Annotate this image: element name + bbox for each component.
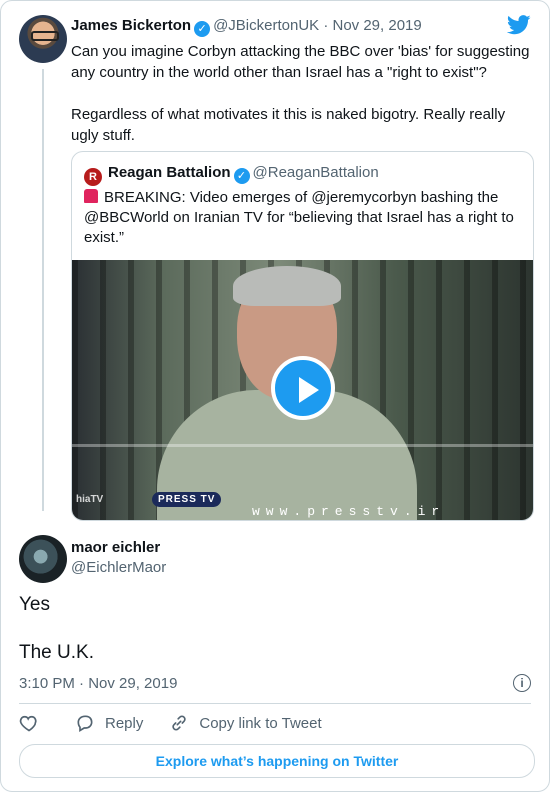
quoted-tweet-header: R Reagan Battalion ✓ @ReaganBattalion bbox=[84, 164, 379, 186]
reply-icon bbox=[77, 715, 93, 732]
quoted-tweet-text-block: BREAKING: Video emerges of @jeremycorbyn… bbox=[84, 188, 522, 248]
reply-button[interactable]: Reply bbox=[75, 713, 143, 733]
copy-link-button[interactable]: Copy link to Tweet bbox=[169, 713, 322, 733]
tweet-actions: Reply Copy link to Tweet bbox=[19, 713, 348, 733]
reply-author-handle[interactable]: @EichlerMaor bbox=[71, 559, 166, 576]
video-thumbnail[interactable]: hiaTV PRESS TV www.presstv.ir bbox=[72, 260, 533, 520]
link-icon bbox=[172, 715, 187, 731]
channel-watermark: hiaTV bbox=[76, 494, 104, 505]
header-separator: · bbox=[319, 17, 333, 34]
embedded-tweet-card: James Bickerton ✓ @JBickertonUK · Nov 29, … bbox=[0, 0, 550, 792]
explore-twitter-button[interactable]: Explore what’s happening on Twitter bbox=[19, 744, 535, 778]
video-progress-line bbox=[72, 444, 533, 447]
verified-badge-icon: ✓ bbox=[194, 21, 211, 37]
reagan-battalion-logo: R bbox=[84, 168, 102, 186]
verified-badge-icon: ✓ bbox=[233, 168, 250, 184]
quoted-author-name[interactable]: Reagan Battalion bbox=[108, 164, 231, 181]
parent-tweet-header: James Bickerton ✓ @JBickertonUK · Nov 29, … bbox=[71, 17, 422, 37]
heart-icon bbox=[19, 715, 37, 732]
reply-label: Reply bbox=[105, 714, 144, 732]
reply-line-2: The U.K. bbox=[19, 642, 94, 663]
siren-icon bbox=[84, 189, 98, 203]
actions-divider bbox=[19, 703, 531, 704]
presstv-badge: PRESS TV bbox=[152, 492, 222, 507]
thread-connector-line bbox=[42, 69, 44, 511]
reply-author-name[interactable]: maor eichler bbox=[71, 539, 160, 556]
info-icon[interactable]: i bbox=[513, 674, 531, 692]
tweet-date[interactable]: Nov 29, 2019 bbox=[333, 17, 422, 34]
avatar-james-bickerton[interactable] bbox=[19, 15, 67, 63]
reply-timestamp[interactable]: 3:10 PM · Nov 29, 2019 bbox=[19, 675, 177, 692]
author-name[interactable]: James Bickerton bbox=[71, 17, 191, 34]
like-button[interactable] bbox=[19, 713, 49, 733]
quoted-author-handle[interactable]: @ReaganBattalion bbox=[253, 164, 379, 181]
author-handle[interactable]: @JBickertonUK bbox=[213, 17, 319, 34]
play-icon[interactable] bbox=[271, 356, 335, 420]
parent-tweet-paragraph-1: Can you imagine Corbyn attacking the BBC… bbox=[71, 43, 530, 81]
twitter-bird-icon[interactable] bbox=[507, 15, 531, 35]
quoted-tweet[interactable]: R Reagan Battalion ✓ @ReaganBattalion BREAK… bbox=[71, 151, 534, 521]
person-hair bbox=[233, 266, 341, 306]
avatar-glasses bbox=[31, 31, 59, 41]
avatar-maor-eichler[interactable] bbox=[19, 535, 67, 583]
parent-tweet-text: Can you imagine Corbyn attacking the BBC… bbox=[71, 41, 533, 167]
parent-tweet-paragraph-2: Regardless of what motivates it this is … bbox=[71, 106, 506, 144]
reply-line-1: Yes bbox=[19, 594, 50, 615]
presstv-url: www.presstv.ir bbox=[252, 504, 446, 519]
quoted-tweet-text: BREAKING: Video emerges of @jeremycorbyn… bbox=[84, 189, 514, 246]
copy-link-label: Copy link to Tweet bbox=[199, 714, 322, 732]
